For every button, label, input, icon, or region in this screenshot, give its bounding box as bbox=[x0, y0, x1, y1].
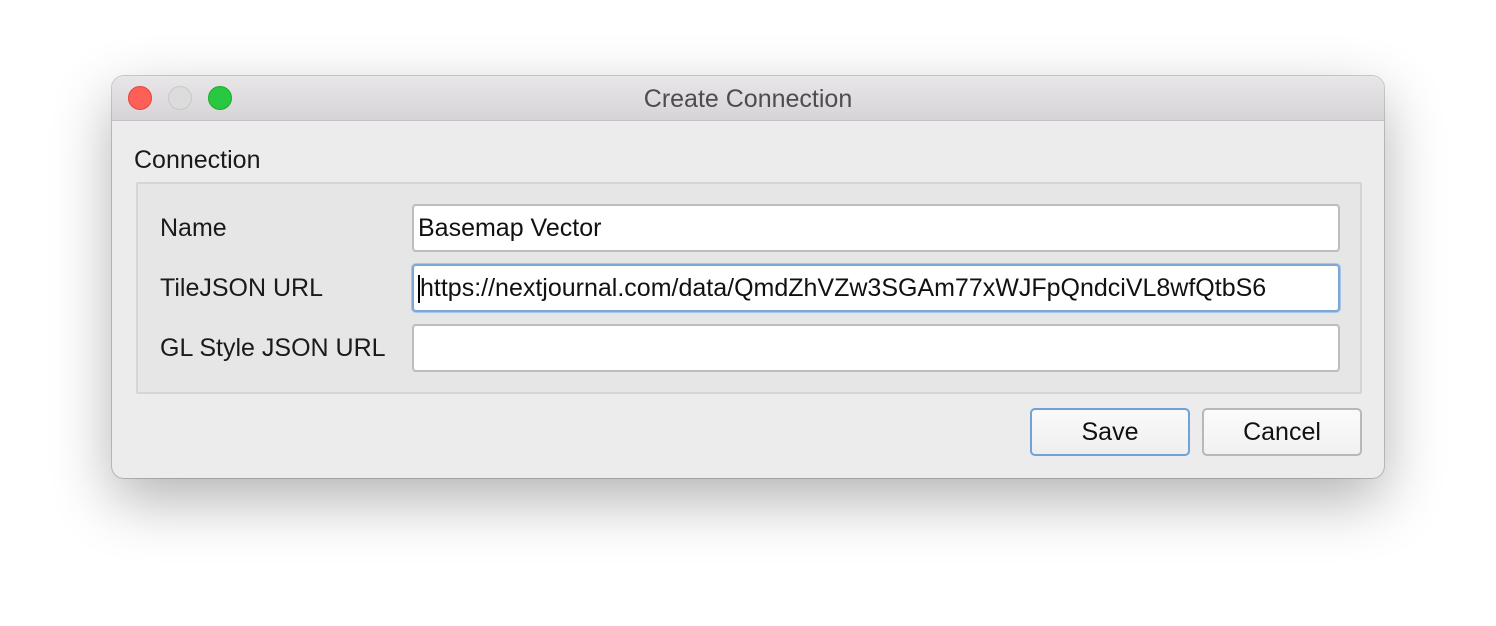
window-title: Create Connection bbox=[643, 85, 853, 113]
close-window-button[interactable] bbox=[128, 86, 152, 110]
minimize-window-button bbox=[168, 86, 192, 110]
name-input[interactable]: Basemap Vector bbox=[412, 204, 1340, 252]
connection-group-box: Name Basemap Vector TileJSON URL https:/… bbox=[136, 182, 1362, 394]
save-button[interactable]: Save bbox=[1030, 408, 1190, 456]
name-input-value: Basemap Vector bbox=[418, 214, 602, 242]
zoom-window-button[interactable] bbox=[208, 86, 232, 110]
cancel-button[interactable]: Cancel bbox=[1202, 408, 1362, 456]
gl-style-json-url-input[interactable] bbox=[412, 324, 1340, 372]
tilejson-url-input-value: https://nextjournal.com/data/QmdZhVZw3SG… bbox=[420, 274, 1267, 302]
title-bar[interactable]: Create Connection bbox=[112, 76, 1384, 121]
tilejson-url-input[interactable]: https://nextjournal.com/data/QmdZhVZw3SG… bbox=[412, 264, 1340, 312]
create-connection-dialog: Create Connection Connection Name Basema… bbox=[112, 76, 1384, 478]
tilejson-url-label: TileJSON URL bbox=[160, 274, 323, 302]
gl-style-json-url-label: GL Style JSON URL bbox=[160, 334, 386, 362]
connection-group-label: Connection bbox=[134, 146, 261, 174]
name-label: Name bbox=[160, 214, 227, 242]
